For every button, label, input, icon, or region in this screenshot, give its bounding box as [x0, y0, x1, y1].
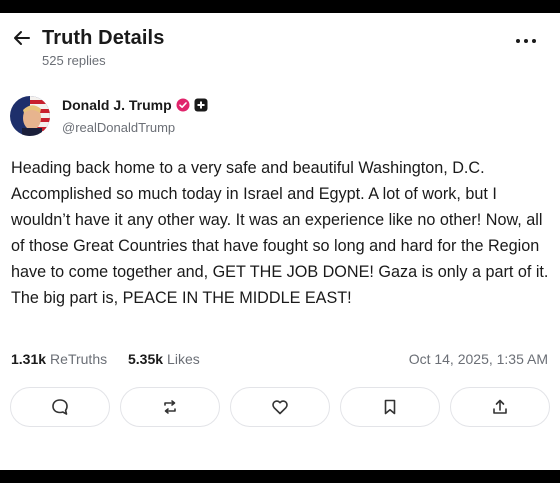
handle: @realDonaldTrump: [62, 120, 176, 135]
post-stats: 1.31k ReTruths 5.35k Likes Oct 14, 2025, 1…: [11, 351, 551, 371]
retruth-button[interactable]: [120, 387, 220, 427]
bookmark-icon: [384, 399, 396, 415]
display-name[interactable]: Donald J. Trump: [62, 97, 172, 113]
truth-details-card: Truth Details 525 replies Donald J. Trum…: [0, 13, 560, 470]
more-options-button[interactable]: [512, 35, 540, 47]
back-button[interactable]: [11, 27, 33, 49]
like-button[interactable]: [230, 387, 330, 427]
page-title: Truth Details: [42, 27, 165, 49]
replies-count: 525 replies: [42, 53, 106, 68]
likes-label: Likes: [167, 351, 200, 367]
more-dots-icon: [516, 39, 520, 43]
like-icon: [272, 400, 288, 415]
action-bar: [0, 387, 560, 431]
account-badge-icon: [194, 98, 208, 112]
post-text: Heading back home to a very safe and bea…: [11, 159, 549, 307]
reply-button[interactable]: [10, 387, 110, 427]
avatar-image: [10, 96, 50, 136]
header: Truth Details 525 replies: [0, 13, 560, 81]
verified-badge-icon: [176, 98, 190, 112]
likes-count: 5.35k: [128, 351, 164, 367]
timestamp: Oct 14, 2025, 1:35 AM: [408, 351, 548, 367]
reply-icon: [52, 399, 68, 415]
back-arrow-icon: [14, 31, 30, 45]
share-icon: [493, 399, 507, 414]
retruths-stat[interactable]: 1.31k ReTruths: [11, 351, 107, 367]
author-row: Donald J. Trump @realDonaldTrump: [0, 93, 560, 141]
share-button[interactable]: [450, 387, 550, 427]
retruths-count: 1.31k: [11, 351, 47, 367]
avatar[interactable]: [10, 96, 50, 136]
retruths-label: ReTruths: [50, 351, 108, 367]
bookmark-button[interactable]: [340, 387, 440, 427]
likes-stat[interactable]: 5.35k Likes: [128, 351, 200, 367]
name-row: Donald J. Trump: [62, 97, 208, 113]
retruth-icon: [164, 400, 176, 414]
